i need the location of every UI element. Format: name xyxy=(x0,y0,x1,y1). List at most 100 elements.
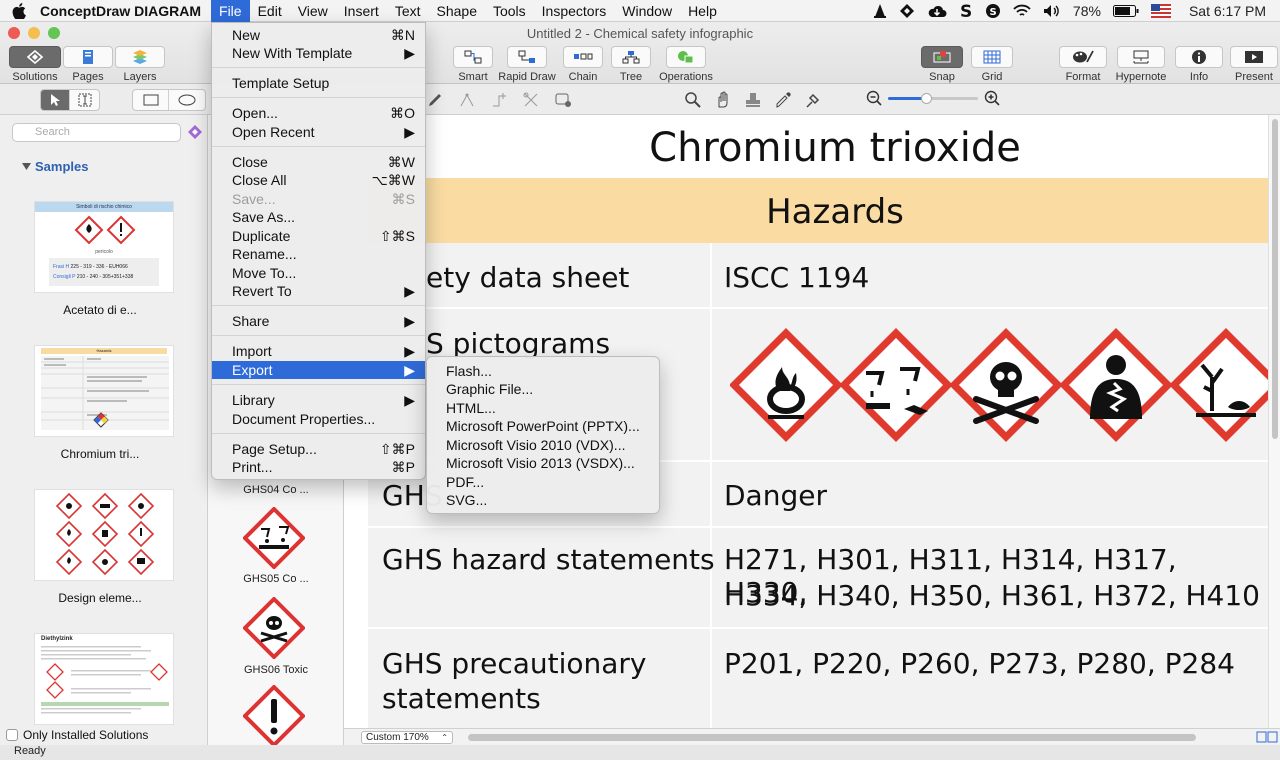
grid-button[interactable]: Grid xyxy=(970,46,1014,83)
horizontal-scrollbar[interactable]: Custom 170% ⌃ xyxy=(344,728,1280,745)
solutions-browser-icon[interactable] xyxy=(187,124,203,140)
menu-item-document-properties[interactable]: Document Properties... xyxy=(212,410,425,428)
ghs07-exclamation-symbol[interactable] xyxy=(243,685,305,747)
scissor-connector-icon[interactable] xyxy=(522,91,540,109)
menu-item-move-to[interactable]: Move To... xyxy=(212,264,425,282)
menu-item-new[interactable]: New ⌘N xyxy=(212,26,425,44)
sample-label[interactable]: Design eleme... xyxy=(20,591,180,605)
arc-connector-icon[interactable] xyxy=(458,91,476,109)
menu-item-revert-to[interactable]: Revert To ▶ xyxy=(212,282,425,300)
hypernote-button[interactable]: Hypernote xyxy=(1110,46,1172,83)
export-flash[interactable]: Flash... xyxy=(427,362,659,380)
only-installed-checkbox[interactable]: Only Installed Solutions xyxy=(6,728,148,742)
menu-edit[interactable]: Edit xyxy=(250,0,290,22)
ghs06-toxic-symbol[interactable] xyxy=(243,597,305,659)
menu-insert[interactable]: Insert xyxy=(336,0,387,22)
ellipse-tool-icon[interactable] xyxy=(169,90,205,110)
menu-shape[interactable]: Shape xyxy=(429,0,485,22)
vlc-icon[interactable] xyxy=(867,3,893,19)
zoom-out-icon[interactable] xyxy=(866,90,882,106)
ghs05-corrosive-symbol[interactable] xyxy=(243,507,305,569)
text-select-tool-icon[interactable] xyxy=(70,90,99,110)
search-input[interactable]: Search xyxy=(12,123,181,142)
smart-connector-icon[interactable] xyxy=(490,91,508,109)
vertical-scrollbar[interactable] xyxy=(1268,115,1280,728)
sample-thumbnail-diethylzink[interactable]: Diethylzink xyxy=(34,633,174,725)
cloud-icon[interactable] xyxy=(921,4,953,18)
menu-item-new-with-template[interactable]: New With Template ▶ xyxy=(212,44,425,62)
sample-label[interactable]: Acetato di e... xyxy=(20,303,180,317)
checkbox-box[interactable] xyxy=(6,729,18,741)
menu-item-page-setup[interactable]: Page Setup... ⇧⌘P xyxy=(212,440,425,458)
chain-button[interactable]: Chain xyxy=(560,46,606,83)
menu-text[interactable]: Text xyxy=(387,0,429,22)
pointer-tool-icon[interactable] xyxy=(41,90,71,110)
battery-percent[interactable]: 78% xyxy=(1067,3,1107,19)
export-svg[interactable]: SVG... xyxy=(427,491,659,509)
rectangle-tool-icon[interactable] xyxy=(133,90,170,110)
operations-button[interactable]: Operations xyxy=(656,46,716,83)
export-graphic-file[interactable]: Graphic File... xyxy=(427,380,659,398)
menu-item-print[interactable]: Print... ⌘P xyxy=(212,458,425,476)
app-name[interactable]: ConceptDraw DIAGRAM xyxy=(34,0,211,22)
export-pdf[interactable]: PDF... xyxy=(427,473,659,491)
menu-item-template-setup[interactable]: Template Setup xyxy=(212,74,425,92)
diamond-icon[interactable] xyxy=(893,3,921,19)
horizontal-scroll-thumb[interactable] xyxy=(468,734,1196,741)
page-title[interactable]: Chromium trioxide xyxy=(344,125,1268,171)
smart-button[interactable]: Smart xyxy=(452,46,494,83)
s-app-icon[interactable]: S xyxy=(953,3,979,19)
export-pptx[interactable]: Microsoft PowerPoint (PPTX)... xyxy=(427,417,659,435)
rapid-draw-button[interactable]: Rapid Draw xyxy=(498,46,556,83)
sample-thumbnail-design-elements[interactable] xyxy=(34,489,174,581)
menu-view[interactable]: View xyxy=(290,0,336,22)
pages-button[interactable]: Pages xyxy=(62,46,114,83)
menu-item-export[interactable]: Export ▶ xyxy=(212,361,425,379)
menu-inspectors[interactable]: Inspectors xyxy=(534,0,615,22)
volume-icon[interactable] xyxy=(1037,4,1067,18)
battery-icon[interactable] xyxy=(1107,5,1145,17)
zoom-slider-thumb[interactable] xyxy=(921,93,932,104)
stamp-tool-icon[interactable] xyxy=(744,91,762,109)
menu-item-open[interactable]: Open... ⌘O xyxy=(212,104,425,122)
eyedropper-tool-icon[interactable] xyxy=(774,91,792,109)
hand-tool-icon[interactable] xyxy=(714,91,732,109)
menu-file[interactable]: File xyxy=(211,0,250,22)
snap-button[interactable]: Snap xyxy=(920,46,964,83)
menu-item-import[interactable]: Import ▶ xyxy=(212,342,425,360)
format-painter-icon[interactable] xyxy=(804,91,822,109)
us-flag-icon[interactable] xyxy=(1145,4,1177,18)
menu-item-save-as[interactable]: Save As... xyxy=(212,208,425,226)
info-button[interactable]: Info xyxy=(1174,46,1224,83)
export-vsdx[interactable]: Microsoft Visio 2013 (VSDX)... xyxy=(427,454,659,472)
minimize-window-button[interactable] xyxy=(28,27,40,39)
skype-icon[interactable]: S xyxy=(979,3,1007,19)
layers-button[interactable]: Layers xyxy=(114,46,166,83)
menu-item-duplicate[interactable]: Duplicate ⇧⌘S xyxy=(212,227,425,245)
pen-tool-icon[interactable] xyxy=(426,91,444,109)
format-button[interactable]: Format xyxy=(1058,46,1108,83)
wifi-icon[interactable] xyxy=(1007,4,1037,18)
sample-label[interactable]: Chromium tri... xyxy=(20,447,180,461)
apple-icon[interactable] xyxy=(0,2,34,19)
samples-section-header[interactable]: Samples xyxy=(22,159,88,174)
sample-thumbnail-acetato[interactable]: Simboli di rischio chimico pericolo Fras… xyxy=(34,201,174,293)
sample-thumbnail-chromium[interactable]: Hazards xyxy=(34,345,174,437)
close-window-button[interactable] xyxy=(8,27,20,39)
fit-page-icon[interactable] xyxy=(1256,731,1278,743)
menu-window[interactable]: Window xyxy=(614,0,680,22)
present-button[interactable]: Present xyxy=(1226,46,1280,83)
zoom-in-icon[interactable] xyxy=(984,90,1000,106)
menu-item-rename[interactable]: Rename... xyxy=(212,245,425,263)
menu-tools[interactable]: Tools xyxy=(485,0,534,22)
zoom-tool-icon[interactable] xyxy=(684,91,702,109)
zoom-slider[interactable] xyxy=(888,90,978,106)
vertical-scroll-thumb[interactable] xyxy=(1272,119,1278,439)
menu-item-close[interactable]: Close ⌘W xyxy=(212,153,425,171)
export-html[interactable]: HTML... xyxy=(427,399,659,417)
menu-help[interactable]: Help xyxy=(680,0,725,22)
insert-shape-icon[interactable] xyxy=(554,91,572,109)
menu-item-open-recent[interactable]: Open Recent ▶ xyxy=(212,123,425,141)
export-vdx[interactable]: Microsoft Visio 2010 (VDX)... xyxy=(427,436,659,454)
clock[interactable]: Sat 6:17 PM xyxy=(1177,3,1280,19)
